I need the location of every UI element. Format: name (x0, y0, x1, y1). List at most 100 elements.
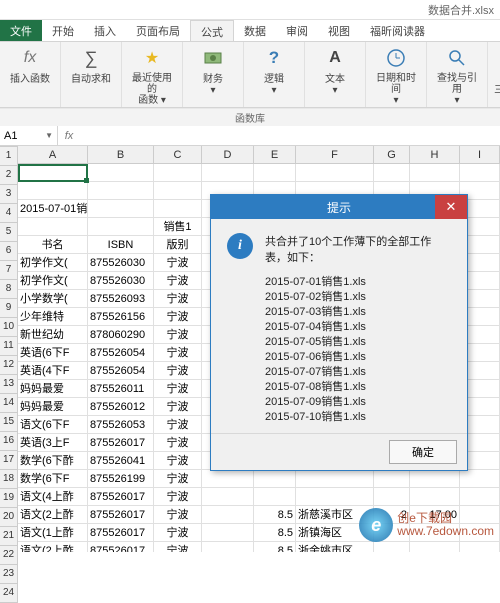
cell[interactable]: 英语(6下F (18, 344, 88, 362)
cell[interactable]: 875526017 (88, 542, 154, 552)
row-header[interactable]: 17 (0, 451, 18, 470)
cell[interactable]: 宁波 (154, 452, 202, 470)
cell[interactable]: 875526053 (88, 416, 154, 434)
cell[interactable]: 语文(2上酢 (18, 506, 88, 524)
cell[interactable]: 妈妈最爱 (18, 398, 88, 416)
dialog-titlebar[interactable]: 提示 ✕ (211, 195, 467, 219)
cell[interactable] (374, 542, 410, 552)
cell[interactable] (460, 470, 500, 488)
cell[interactable] (296, 488, 374, 506)
cell[interactable]: 宁波 (154, 506, 202, 524)
cell[interactable] (18, 218, 88, 236)
cell[interactable] (202, 470, 254, 488)
cell[interactable]: 875526093 (88, 290, 154, 308)
cell[interactable] (254, 470, 296, 488)
row-header[interactable]: 2 (0, 166, 18, 185)
cell[interactable]: 销售1 (154, 218, 202, 236)
cell[interactable]: 浙余姚市区 (296, 542, 374, 552)
cell[interactable] (88, 182, 154, 200)
cell[interactable] (154, 164, 202, 182)
cell[interactable]: 宁波 (154, 488, 202, 506)
row-header[interactable]: 7 (0, 261, 18, 280)
cell[interactable] (154, 182, 202, 200)
cell[interactable]: 宁波 (154, 434, 202, 452)
cell[interactable]: 875526199 (88, 470, 154, 488)
cell[interactable] (254, 164, 296, 182)
cell[interactable]: 8.5 (254, 524, 296, 542)
cell[interactable] (18, 164, 88, 182)
autosum-button[interactable]: ∑ 自动求和 (67, 44, 115, 106)
row-header[interactable]: 3 (0, 185, 18, 204)
cell[interactable]: 宁波 (154, 254, 202, 272)
tab-data[interactable]: 数据 (234, 20, 276, 41)
cell[interactable]: 8.5 (254, 542, 296, 552)
cell[interactable]: 少年维特 (18, 308, 88, 326)
dialog-close-button[interactable]: ✕ (435, 195, 467, 219)
cell[interactable] (374, 470, 410, 488)
row-header[interactable]: 12 (0, 356, 18, 375)
cell[interactable]: 宁波 (154, 326, 202, 344)
cell[interactable]: 875526011 (88, 380, 154, 398)
cell[interactable]: 初学作文( (18, 272, 88, 290)
column-header[interactable]: H (410, 146, 460, 164)
cell[interactable]: 英语(4下F (18, 362, 88, 380)
row-header[interactable]: 24 (0, 584, 18, 603)
row-header[interactable]: 11 (0, 337, 18, 356)
column-header[interactable]: E (254, 146, 296, 164)
row-header[interactable]: 20 (0, 508, 18, 527)
cell[interactable]: 875526017 (88, 488, 154, 506)
cell[interactable] (374, 164, 410, 182)
cell[interactable]: 宁波 (154, 524, 202, 542)
cell[interactable] (18, 182, 88, 200)
cell[interactable] (88, 164, 154, 182)
formula-input[interactable] (80, 130, 500, 142)
cell[interactable]: 版别 (154, 236, 202, 254)
cell[interactable]: 语文(6下F (18, 416, 88, 434)
row-header[interactable]: 16 (0, 432, 18, 451)
cell[interactable]: 宁波 (154, 542, 202, 552)
row-header[interactable]: 6 (0, 242, 18, 261)
financial-button[interactable]: 财务▾ (189, 44, 237, 106)
cell[interactable] (88, 200, 154, 218)
cell[interactable]: 数学(6下F (18, 470, 88, 488)
row-header[interactable]: 14 (0, 394, 18, 413)
cell[interactable]: 宁波 (154, 380, 202, 398)
math-trig-button[interactable]: θ 数学和三角函数 ▾ (494, 44, 500, 106)
cell[interactable]: 875526017 (88, 524, 154, 542)
column-header[interactable]: G (374, 146, 410, 164)
cell[interactable] (374, 488, 410, 506)
cell[interactable]: 小学数学( (18, 290, 88, 308)
cell[interactable]: 875526012 (88, 398, 154, 416)
tab-foxit[interactable]: 福昕阅读器 (360, 20, 435, 41)
cell[interactable]: 宁波 (154, 362, 202, 380)
cell[interactable] (410, 542, 460, 552)
row-header[interactable]: 23 (0, 565, 18, 584)
cell[interactable]: 书名 (18, 236, 88, 254)
cell[interactable]: 宁波 (154, 272, 202, 290)
row-header[interactable]: 22 (0, 546, 18, 565)
cell[interactable]: 宁波 (154, 344, 202, 362)
cell[interactable]: 宁波 (154, 470, 202, 488)
cell[interactable]: 数学(6下酢 (18, 452, 88, 470)
cell[interactable]: 875526054 (88, 362, 154, 380)
cell[interactable] (202, 488, 254, 506)
cell[interactable] (410, 488, 460, 506)
dialog-ok-button[interactable]: 确定 (389, 440, 457, 464)
recent-functions-button[interactable]: ★ 最近使用的函数 ▾ (128, 44, 176, 106)
cell[interactable] (410, 164, 460, 182)
datetime-button[interactable]: 日期和时间▾ (372, 44, 420, 106)
cell[interactable]: 875526041 (88, 452, 154, 470)
cell[interactable]: 875526030 (88, 272, 154, 290)
cell[interactable] (154, 200, 202, 218)
name-box[interactable]: A1▼ (0, 126, 58, 145)
cell[interactable]: 875526054 (88, 344, 154, 362)
row-header[interactable]: 9 (0, 299, 18, 318)
column-header[interactable]: C (154, 146, 202, 164)
text-button[interactable]: A 文本▾ (311, 44, 359, 106)
cell[interactable] (296, 470, 374, 488)
cell[interactable] (202, 542, 254, 552)
cell[interactable]: 语文(4上酢 (18, 488, 88, 506)
lookup-button[interactable]: 查找与引用▾ (433, 44, 481, 106)
row-header[interactable]: 5 (0, 223, 18, 242)
column-header[interactable]: A (18, 146, 88, 164)
